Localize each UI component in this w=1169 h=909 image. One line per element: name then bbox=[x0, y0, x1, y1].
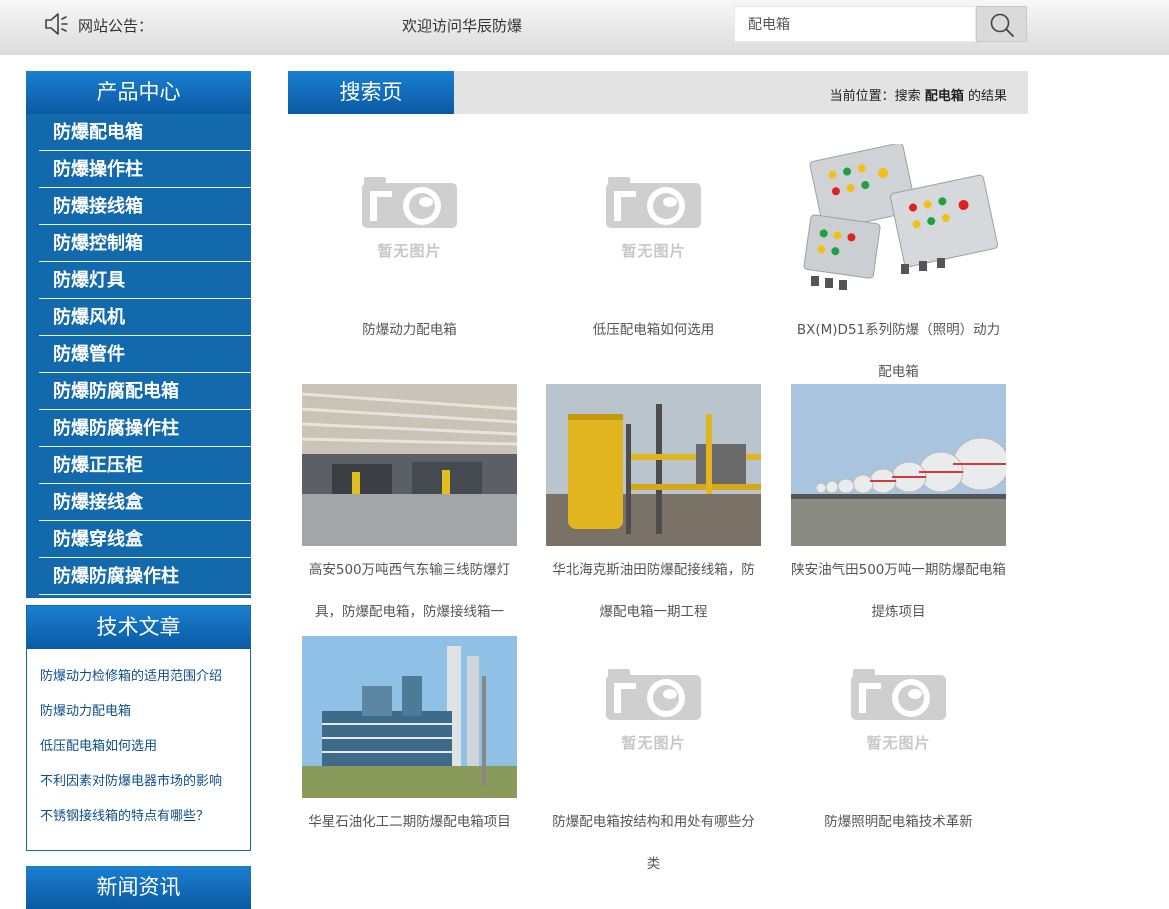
articles-heading: 技术文章 bbox=[27, 606, 250, 649]
result-card[interactable]: 华北海克斯油田防爆配接线箱，防爆配电箱一期工程 bbox=[546, 384, 761, 633]
camera-icon bbox=[851, 669, 946, 720]
notice-label: 网站公告： bbox=[78, 17, 154, 35]
camera-icon bbox=[606, 177, 701, 228]
product-category-item[interactable]: 防爆管件 bbox=[39, 336, 251, 373]
result-title[interactable]: 防爆照明配电箱技术革新 bbox=[791, 801, 1006, 843]
oilfield-tank-photo bbox=[546, 384, 761, 546]
no-image-placeholder: 暂无图片 bbox=[791, 636, 1006, 798]
result-title[interactable]: BX(M)D51系列防爆（照明）动力配电箱 bbox=[791, 309, 1006, 393]
article-link[interactable]: 低压配电箱如何选用 bbox=[40, 729, 250, 764]
breadcrumb-bar: 搜索页 当前位置：搜索 配电箱 的结果 bbox=[288, 71, 1028, 114]
notice-text: 欢迎访问华辰防爆 bbox=[402, 17, 523, 35]
product-category-item[interactable]: 防爆风机 bbox=[39, 299, 251, 336]
result-card[interactable]: 高安500万吨西气东输三线防爆灯具，防爆配电箱，防爆接线箱一 bbox=[302, 384, 517, 633]
result-title[interactable]: 防爆动力配电箱 bbox=[302, 309, 517, 351]
product-category-item[interactable]: 防爆正压柜 bbox=[39, 447, 251, 484]
article-list: 防爆动力检修箱的适用范围介绍 防爆动力配电箱 低压配电箱如何选用 不利因素对防爆… bbox=[27, 649, 250, 850]
page-title-tab: 搜索页 bbox=[288, 71, 454, 114]
refinery-towers-photo bbox=[302, 636, 517, 798]
result-title[interactable]: 华星石油化工二期防爆配电箱项目 bbox=[302, 801, 517, 843]
result-title[interactable]: 华北海克斯油田防爆配接线箱，防爆配电箱一期工程 bbox=[546, 549, 761, 633]
product-category-item[interactable]: 防爆灯具 bbox=[39, 262, 251, 299]
result-card[interactable]: 华星石油化工二期防爆配电箱项目 bbox=[302, 636, 517, 843]
result-card[interactable]: 暂无图片 低压配电箱如何选用 bbox=[546, 144, 761, 351]
product-category-item[interactable]: 防爆控制箱 bbox=[39, 225, 251, 262]
camera-icon bbox=[606, 669, 701, 720]
result-title[interactable]: 防爆配电箱按结构和用处有哪些分类 bbox=[546, 801, 761, 885]
articles-panel: 技术文章 防爆动力检修箱的适用范围介绍 防爆动力配电箱 低压配电箱如何选用 不利… bbox=[26, 605, 251, 851]
result-card[interactable]: 暂无图片 防爆动力配电箱 bbox=[302, 144, 517, 351]
product-category-item[interactable]: 防爆接线箱 bbox=[39, 188, 251, 225]
article-link[interactable]: 不锈钢接线箱的特点有哪些？ bbox=[40, 799, 250, 834]
explosion-proof-boxes-photo bbox=[791, 144, 1006, 306]
result-card[interactable]: 陕安油气田500万吨一期防爆配电箱提炼项目 bbox=[791, 384, 1006, 633]
result-title[interactable]: 低压配电箱如何选用 bbox=[546, 309, 761, 351]
product-category-item[interactable]: 防爆防腐配电箱 bbox=[39, 373, 251, 410]
sidebar: 产品中心 防爆配电箱 防爆操作柱 防爆接线箱 防爆控制箱 防爆灯具 防爆风机 防… bbox=[26, 71, 251, 851]
article-link[interactable]: 不利因素对防爆电器市场的影响 bbox=[40, 764, 250, 799]
product-category-item[interactable]: 防爆穿线盒 bbox=[39, 521, 251, 558]
products-heading: 产品中心 bbox=[26, 71, 251, 114]
result-title[interactable]: 高安500万吨西气东输三线防爆灯具，防爆配电箱，防爆接线箱一 bbox=[302, 549, 517, 633]
breadcrumb-keyword: 配电箱 bbox=[924, 89, 964, 104]
factory-hall-photo bbox=[302, 384, 517, 546]
no-image-caption: 暂无图片 bbox=[621, 242, 686, 260]
no-image-caption: 暂无图片 bbox=[377, 242, 442, 260]
no-image-caption: 暂无图片 bbox=[621, 734, 686, 752]
result-card[interactable]: BX(M)D51系列防爆（照明）动力配电箱 bbox=[791, 144, 1006, 393]
article-link[interactable]: 防爆动力配电箱 bbox=[40, 694, 250, 729]
no-image-placeholder: 暂无图片 bbox=[546, 144, 761, 306]
breadcrumb-prefix: 当前位置：搜索 bbox=[829, 89, 921, 104]
speaker-icon bbox=[45, 13, 68, 35]
search-icon bbox=[990, 13, 1014, 37]
search-button[interactable] bbox=[976, 6, 1027, 42]
top-bar: 网站公告： 欢迎访问华辰防爆 bbox=[0, 0, 1169, 55]
no-image-placeholder: 暂无图片 bbox=[546, 636, 761, 798]
article-link[interactable]: 防爆动力检修箱的适用范围介绍 bbox=[40, 659, 250, 694]
product-category-item[interactable]: 防爆防腐操作柱 bbox=[39, 558, 251, 595]
result-card[interactable]: 暂无图片 防爆配电箱按结构和用处有哪些分类 bbox=[546, 636, 761, 885]
breadcrumb-suffix: 的结果 bbox=[967, 89, 1007, 104]
main-content: 搜索页 当前位置：搜索 配电箱 的结果 bbox=[288, 71, 1028, 114]
search-input[interactable] bbox=[735, 7, 968, 41]
no-image-placeholder: 暂无图片 bbox=[302, 144, 517, 306]
result-card[interactable]: 暂无图片 防爆照明配电箱技术革新 bbox=[791, 636, 1006, 843]
breadcrumb: 当前位置：搜索 配电箱 的结果 bbox=[830, 85, 1007, 104]
product-category-list: 防爆配电箱 防爆操作柱 防爆接线箱 防爆控制箱 防爆灯具 防爆风机 防爆管件 防… bbox=[26, 114, 251, 598]
no-image-caption: 暂无图片 bbox=[866, 734, 931, 752]
product-category-item[interactable]: 防爆防腐操作柱 bbox=[39, 410, 251, 447]
result-title[interactable]: 陕安油气田500万吨一期防爆配电箱提炼项目 bbox=[791, 549, 1006, 633]
search-box bbox=[734, 6, 976, 42]
product-category-item[interactable]: 防爆接线盒 bbox=[39, 484, 251, 521]
camera-icon bbox=[362, 177, 457, 228]
news-heading: 新闻资讯 bbox=[26, 866, 251, 909]
product-category-item[interactable]: 防爆操作柱 bbox=[39, 151, 251, 188]
gas-spheres-photo bbox=[791, 384, 1006, 546]
product-category-item[interactable]: 防爆配电箱 bbox=[39, 114, 251, 151]
